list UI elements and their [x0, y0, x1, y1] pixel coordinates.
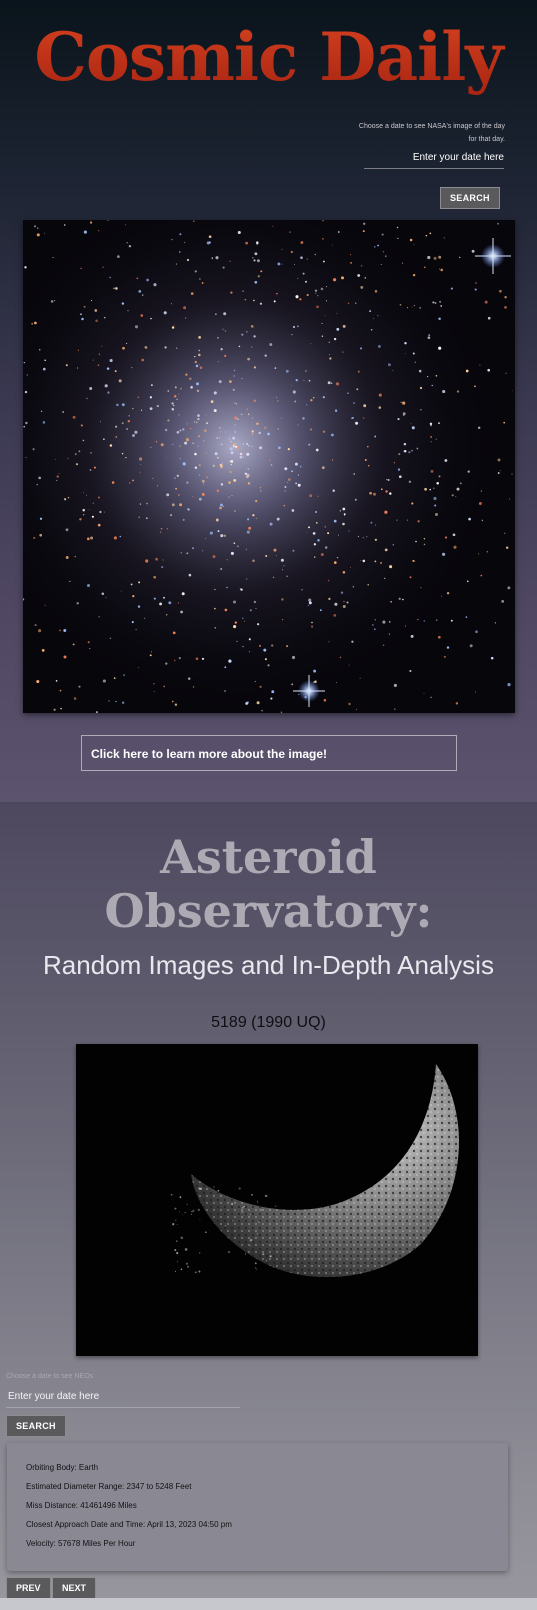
next-button[interactable]: NEXT	[52, 1577, 97, 1599]
orbiting-body-text: Orbiting Body: Earth	[26, 1463, 99, 1472]
apod-title: Cosmic Daily	[0, 18, 537, 96]
neo-date-input[interactable]	[6, 1386, 240, 1408]
velocity-text: Velocity: 57678 Miles Per Hour	[26, 1539, 136, 1548]
prev-button[interactable]: PREV	[6, 1577, 51, 1599]
apod-date-caption: Choose a date to see NASA's image of the…	[358, 123, 505, 143]
approach-text: Closest Approach Date and Time: April 13…	[26, 1520, 232, 1529]
apod-star-cluster-image	[23, 220, 515, 713]
neo-title-line2: Observatory:	[104, 884, 433, 938]
neo-search-button[interactable]: SEARCH	[6, 1415, 66, 1437]
diameter-text: Estimated Diameter Range: 2347 to 5248 F…	[26, 1482, 192, 1491]
apod-section: Cosmic Daily Choose a date to see NASA's…	[0, 0, 537, 802]
apod-search-button[interactable]: SEARCH	[440, 187, 500, 209]
neo-subtitle: Random Images and In-Depth Analysis	[43, 950, 494, 980]
neo-title-line1: Asteroid	[160, 830, 377, 884]
apod-date-input[interactable]	[364, 147, 504, 169]
neo-date-caption: Choose a date to see NEOs	[6, 1373, 94, 1380]
asteroid-details-card: Orbiting Body: Earth Estimated Diameter …	[7, 1443, 508, 1571]
neo-section: Asteroid Observatory: Random Images and …	[0, 802, 537, 1599]
page-bottom-strip	[0, 1598, 537, 1610]
asteroid-name: 5189 (1990 UQ)	[211, 1014, 326, 1031]
learn-more-link[interactable]: Click here to learn more about the image…	[81, 735, 457, 771]
neo-title: Asteroid Observatory:	[0, 830, 537, 938]
miss-distance-text: Miss Distance: 41461496 Miles	[26, 1501, 137, 1510]
asteroid-image	[76, 1044, 478, 1356]
